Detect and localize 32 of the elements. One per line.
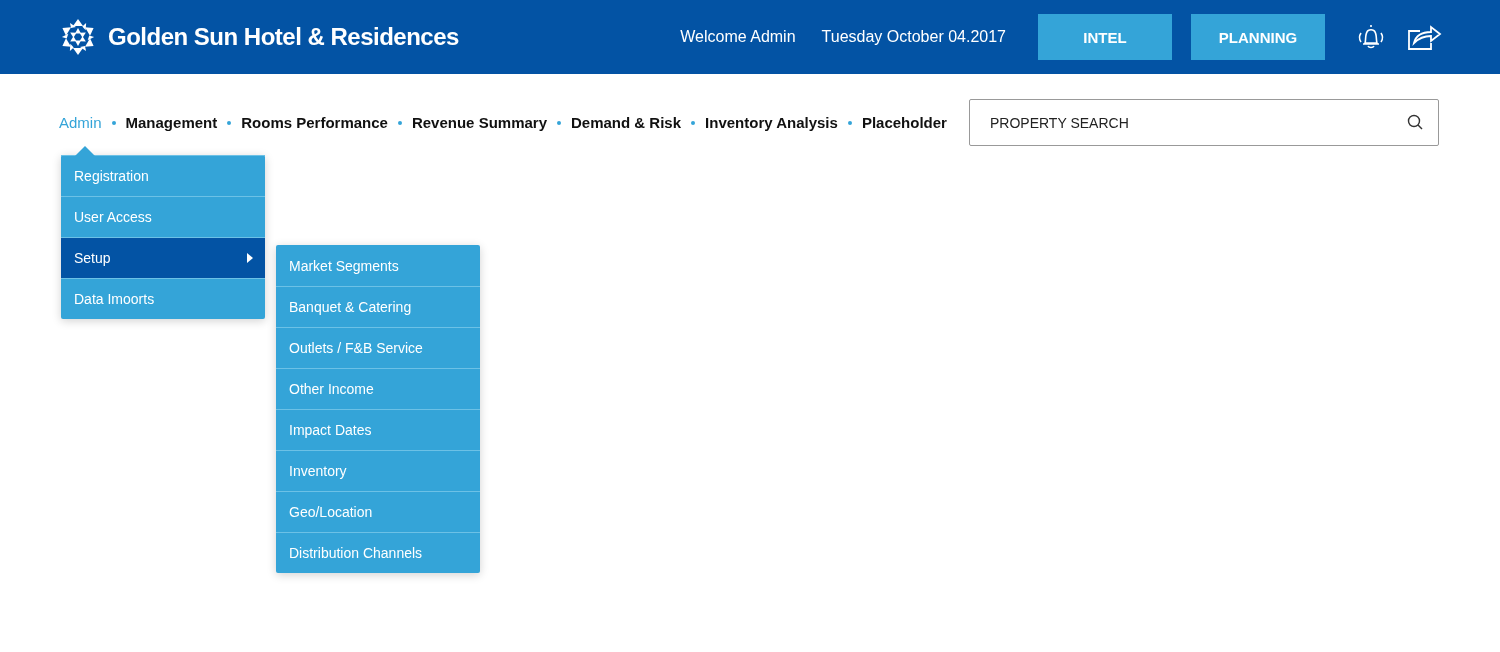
separator-dot	[111, 120, 116, 125]
separator-dot	[691, 120, 696, 125]
header-button[interactable]: INTEL	[1038, 14, 1172, 60]
menu-item[interactable]: Setup	[61, 237, 265, 278]
nav-tab[interactable]: Management	[125, 114, 218, 131]
search-icon[interactable]	[1407, 114, 1423, 130]
menu-item[interactable]: Distribution Channels	[276, 532, 480, 573]
date-text: Tuesday October 04.2017	[821, 28, 1006, 46]
menu-item[interactable]: Market Segments	[276, 245, 480, 286]
separator-dot	[557, 120, 561, 125]
menu-item[interactable]: Outlets / F&B Service	[276, 327, 480, 368]
separator-dot	[227, 120, 232, 125]
header-button[interactable]: PLANNING	[1191, 14, 1325, 60]
hotel-name: Golden Sun Hotel & Residences	[108, 23, 459, 51]
menu-item[interactable]: Banquet & Catering	[276, 286, 480, 327]
nav-tab[interactable]: Demand & Risk	[571, 114, 682, 131]
menu-item[interactable]: Impact Dates	[276, 409, 480, 450]
nav-tab[interactable]: Placeholder	[861, 114, 947, 131]
nav-tab[interactable]: Inventory Analysis	[705, 114, 838, 131]
share-icon[interactable]	[1406, 22, 1442, 52]
menu-item[interactable]: Other Income	[276, 368, 480, 409]
menu-item[interactable]: Geo/Location	[276, 491, 480, 532]
menu-item[interactable]: Registration	[61, 155, 265, 196]
separator-dot	[847, 120, 852, 125]
welcome-text: Welcome Admin	[680, 28, 796, 46]
property-search-field[interactable]: PROPERTY SEARCH	[969, 99, 1439, 146]
separator-dot	[397, 120, 402, 125]
menu-item[interactable]: Data Imoorts	[61, 278, 265, 319]
nav-tab[interactable]: Revenue Summary	[411, 114, 547, 131]
menu-item[interactable]: Inventory	[276, 450, 480, 491]
nav-tab[interactable]: Rooms Performance	[241, 114, 388, 131]
nav-tab[interactable]: Admin	[59, 114, 102, 131]
